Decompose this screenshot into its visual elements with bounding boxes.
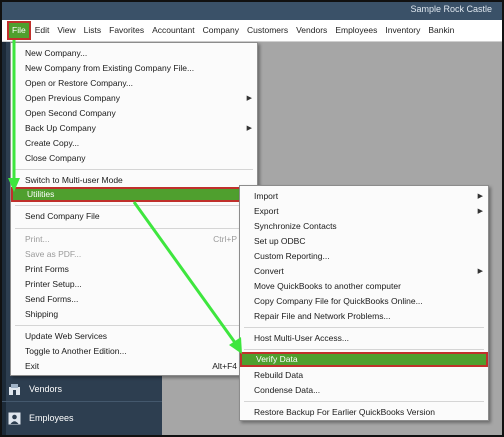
menu-item-restore-backup-earlier[interactable]: Restore Backup For Earlier QuickBooks Ve… — [240, 405, 488, 420]
menu-item-import[interactable]: Import ▶ — [240, 189, 488, 204]
menu-view[interactable]: View — [53, 22, 79, 39]
menu-item-utilities[interactable]: Utilities▶ — [11, 187, 257, 202]
utilities-submenu: Import ▶ Export ▶ Synchronize Contacts Set… — [239, 185, 489, 421]
menu-item-new-company-from-existing[interactable]: New Company from Existing Company File..… — [11, 61, 257, 76]
title-bar: Sample Rock Castle — [2, 2, 502, 20]
menu-item-printer-setup[interactable]: Printer Setup... — [11, 277, 257, 292]
menu-item-synchronize-contacts[interactable]: Synchronize Contacts — [240, 219, 488, 234]
menu-accountant[interactable]: Accountant — [148, 22, 199, 39]
window-title: Sample Rock Castle — [410, 4, 492, 14]
menu-employees[interactable]: Employees — [331, 22, 381, 39]
menu-separator — [15, 205, 253, 206]
menu-separator — [15, 169, 253, 170]
submenu-arrow-icon: ▶ — [246, 125, 252, 132]
menu-item-shipping[interactable]: Shipping▶ — [11, 307, 257, 322]
shortcut-print: Ctrl+P — [213, 234, 237, 244]
vendors-icon — [9, 383, 20, 395]
menu-banking[interactable]: Bankin — [424, 22, 458, 39]
nav-employees[interactable]: Employees — [8, 406, 74, 430]
menu-separator — [244, 327, 484, 328]
menu-item-update-web-services[interactable]: Update Web Services — [11, 329, 257, 344]
menu-item-verify-data[interactable]: Verify Data — [240, 352, 488, 367]
menu-separator — [244, 349, 484, 350]
menu-separator — [244, 401, 484, 402]
menu-item-copy-for-qbo[interactable]: Copy Company File for QuickBooks Online.… — [240, 294, 488, 309]
menu-item-move-quickbooks[interactable]: Move QuickBooks to another computer — [240, 279, 488, 294]
menu-item-convert[interactable]: Convert ▶ — [240, 264, 488, 279]
submenu-arrow-icon: ▶ — [477, 193, 483, 200]
menu-item-create-copy[interactable]: Create Copy... — [11, 136, 257, 151]
nav-employees-label: Employees — [29, 413, 74, 423]
left-bar-accent — [2, 42, 6, 435]
nav-vendors[interactable]: Vendors — [8, 377, 62, 401]
menu-item-back-up-company[interactable]: Back Up Company ▶ — [11, 121, 257, 136]
submenu-arrow-icon: ▶ — [477, 268, 483, 275]
menu-item-host-multi-user[interactable]: Host Multi-User Access... — [240, 331, 488, 346]
menu-bar: File Edit View Lists Favorites Accountan… — [2, 20, 502, 42]
menu-inventory[interactable]: Inventory — [381, 22, 424, 39]
menu-item-rebuild-data[interactable]: Rebuild Data — [240, 368, 488, 383]
submenu-arrow-icon: ▶ — [246, 95, 252, 102]
nav-vendors-label: Vendors — [29, 384, 63, 394]
menu-item-send-company-file[interactable]: Send Company File▶ — [11, 209, 257, 224]
menu-vendors[interactable]: Vendors — [292, 22, 331, 39]
menu-separator — [15, 325, 253, 326]
menu-customers[interactable]: Customers — [243, 22, 292, 39]
nav-divider — [2, 401, 162, 402]
menu-item-export[interactable]: Export ▶ — [240, 204, 488, 219]
app-window: Sample Rock Castle File Edit View Lists … — [0, 0, 504, 437]
menu-item-open-restore-company[interactable]: Open or Restore Company... — [11, 76, 257, 91]
menu-item-custom-reporting[interactable]: Custom Reporting... — [240, 249, 488, 264]
submenu-arrow-icon: ▶ — [477, 208, 483, 215]
menu-item-print: Print... Ctrl+P — [11, 232, 257, 247]
menu-item-open-previous-company[interactable]: Open Previous Company ▶ — [11, 91, 257, 106]
menu-company[interactable]: Company — [199, 22, 243, 39]
menu-item-setup-odbc[interactable]: Set up ODBC — [240, 234, 488, 249]
menu-item-repair-file[interactable]: Repair File and Network Problems... — [240, 309, 488, 324]
menu-separator — [15, 228, 253, 229]
shortcut-exit: Alt+F4 — [212, 361, 237, 371]
menu-file[interactable]: File — [7, 21, 31, 40]
menu-edit[interactable]: Edit — [31, 22, 54, 39]
menu-item-open-second-company[interactable]: Open Second Company — [11, 106, 257, 121]
menu-item-close-company[interactable]: Close Company — [11, 151, 257, 166]
menu-item-condense-data[interactable]: Condense Data... — [240, 383, 488, 398]
file-menu: New Company... New Company from Existing… — [10, 42, 258, 376]
menu-lists[interactable]: Lists — [80, 22, 105, 39]
menu-item-toggle-edition[interactable]: Toggle to Another Edition... — [11, 344, 257, 359]
menu-item-send-forms[interactable]: Send Forms... — [11, 292, 257, 307]
menu-item-print-forms[interactable]: Print Forms▶ — [11, 262, 257, 277]
menu-item-save-as-pdf: Save as PDF... — [25, 249, 82, 259]
menu-item-new-company[interactable]: New Company... — [11, 46, 257, 61]
menu-item-exit[interactable]: Exit Alt+F4 — [11, 359, 257, 374]
menu-favorites[interactable]: Favorites — [105, 22, 148, 39]
menu-item-switch-multi-user[interactable]: Switch to Multi-user Mode — [11, 173, 257, 188]
employees-icon — [8, 412, 21, 424]
